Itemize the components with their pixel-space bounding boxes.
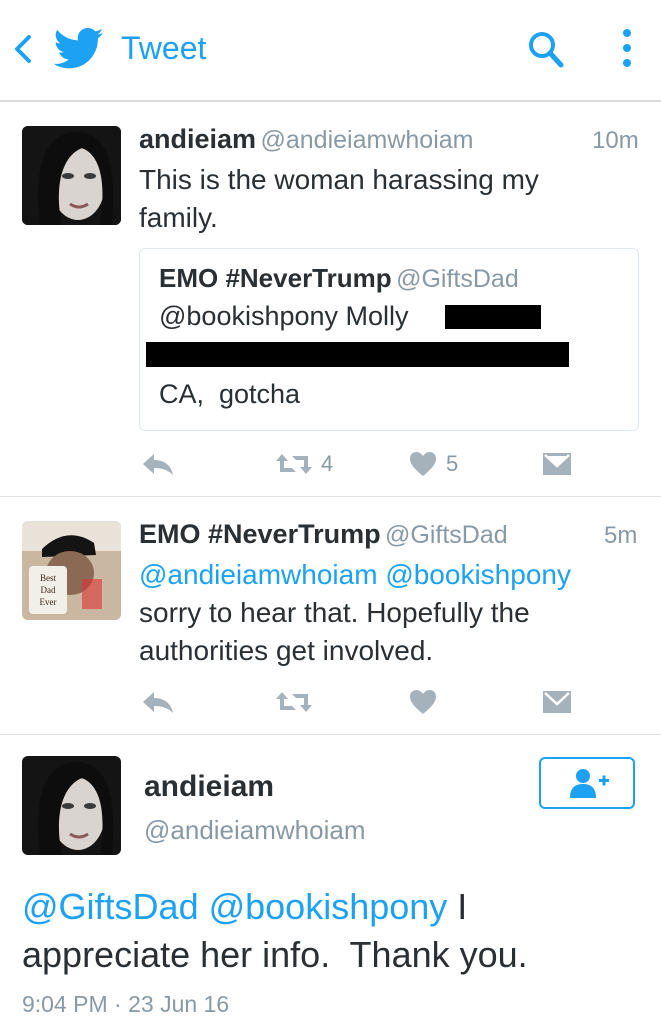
like-heart-icon[interactable] [409, 451, 437, 477]
tweet-time: 10m [592, 127, 639, 154]
tweet-text: @GiftsDad @bookishpony I appreciate her … [22, 883, 528, 979]
svg-text:Dad: Dad [41, 585, 56, 595]
tweet-text-line: family. [139, 202, 218, 233]
author-handle[interactable]: @andieiamwhoiam [261, 126, 474, 154]
mention-links[interactable]: @andieiamwhoiam @bookishpony [139, 556, 571, 594]
quoted-tweet-header: EMO #NeverTrump @GiftsDad [159, 263, 519, 294]
tweet-text-line: I [447, 886, 468, 927]
search-icon[interactable] [527, 30, 565, 70]
avatar[interactable] [22, 756, 121, 855]
tweet-text-line: This is the woman harassing my [139, 164, 539, 195]
redaction-bar [445, 305, 541, 329]
add-user-icon [570, 769, 609, 798]
tweet-text-line: appreciate her info. Thank you. [22, 934, 528, 975]
quoted-tweet[interactable]: EMO #NeverTrump @GiftsDad @bookishpony M… [139, 248, 639, 431]
svg-text:Best: Best [40, 573, 57, 583]
quoted-author-handle: @GiftsDad [396, 265, 519, 293]
tweet-text-line: sorry to hear that. Hopefully the [139, 597, 530, 628]
tweet-header: andieiam @andieiamwhoiam [139, 124, 473, 155]
direct-message-icon[interactable] [542, 452, 572, 476]
more-options-icon[interactable] [620, 27, 634, 71]
like-count: 5 [446, 451, 459, 476]
svg-text:Ever: Ever [40, 597, 57, 607]
divider [0, 734, 661, 735]
mention-links[interactable]: @GiftsDad @bookishpony [22, 886, 447, 927]
direct-message-icon[interactable] [542, 690, 572, 714]
quoted-author-name: EMO #NeverTrump [159, 263, 392, 293]
quoted-text-line: @bookishpony Molly [159, 301, 409, 331]
author-name[interactable]: andieiam [144, 770, 274, 804]
like-heart-icon[interactable] [409, 689, 437, 715]
author-name[interactable]: EMO #NeverTrump [139, 519, 381, 549]
redaction-bar [146, 342, 569, 367]
retweet-icon[interactable] [274, 452, 314, 476]
tweet-text: @andieiamwhoiam @bookishpony sorry to he… [139, 556, 571, 670]
reply-icon[interactable] [140, 452, 176, 476]
follow-button[interactable] [539, 757, 635, 809]
tweet-timestamp: 9:04 PM · 23 Jun 16 [22, 991, 230, 1017]
retweet-count: 4 [321, 451, 334, 476]
retweet-icon[interactable] [274, 690, 314, 714]
back-chevron-icon[interactable] [10, 34, 36, 64]
quoted-text-line: CA, gotcha [159, 379, 301, 409]
top-app-bar: Tweet [0, 0, 661, 102]
reply-icon[interactable] [140, 690, 176, 714]
avatar[interactable] [22, 126, 121, 225]
tweet-header: EMO #NeverTrump @GiftsDad [139, 519, 508, 550]
page-title: Tweet [121, 30, 207, 66]
twitter-bird-icon [53, 28, 104, 69]
tweet-text: This is the woman harassing my family. [139, 161, 539, 237]
author-handle[interactable]: @GiftsDad [385, 521, 508, 549]
avatar[interactable]: Best Dad Ever [22, 521, 121, 620]
tweet-text-line: authorities get involved. [139, 635, 434, 666]
tweet-time: 5m [604, 522, 638, 549]
author-handle[interactable]: @andieiamwhoiam [144, 815, 366, 846]
author-name[interactable]: andieiam [139, 124, 256, 154]
